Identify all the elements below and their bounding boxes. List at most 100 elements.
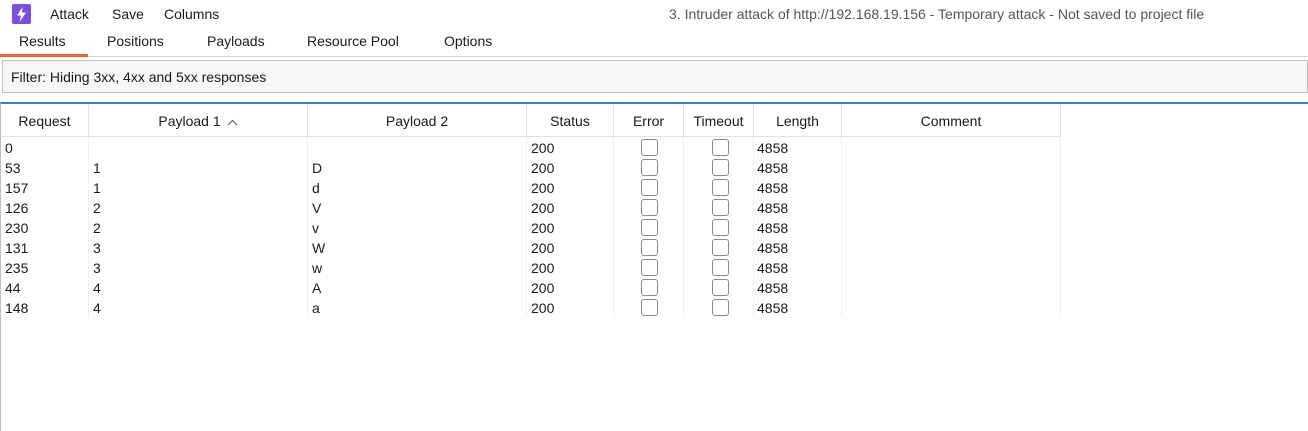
cell-payload-1: 3 [93,240,101,256]
error-checkbox [641,139,658,156]
cell-request: 157 [5,180,29,196]
column-header-payload-1[interactable]: Payload 1 [89,104,308,137]
column-header-error[interactable]: Error [614,104,684,137]
cell-length: 4858 [757,260,789,276]
table-row[interactable]: 0 200 4858 [1,138,1061,158]
cell-length: 4858 [757,240,789,256]
tab-bar: Results Positions Payloads Resource Pool… [0,29,1308,57]
cell-request: 235 [5,260,29,276]
error-checkbox [641,199,658,216]
menu-bar: Attack Save Columns 3. Intruder attack o… [0,0,1308,29]
column-header-label: Comment [920,112,982,129]
cell-payload-2: V [312,200,322,216]
cell-length: 4858 [757,180,789,196]
tab-options[interactable]: Options [444,33,492,49]
column-header-label: Payload 1 [158,112,221,129]
cell-payload-1: 4 [93,280,101,296]
cell-payload-1: 4 [93,300,101,316]
sort-ascending-icon [227,113,238,129]
cell-request: 230 [5,220,29,236]
timeout-checkbox [712,299,729,316]
cell-payload-2: d [312,180,320,196]
column-header-length[interactable]: Length [754,104,842,137]
column-header-payload-2[interactable]: Payload 2 [308,104,527,137]
tab-resource-pool[interactable]: Resource Pool [307,33,399,49]
column-header-status[interactable]: Status [527,104,614,137]
cell-payload-2: w [312,260,323,276]
tab-positions[interactable]: Positions [107,33,164,49]
cell-status: 200 [531,180,555,196]
error-checkbox [641,259,658,276]
table-row[interactable]: 53 1 D 200 4858 [1,158,1061,178]
timeout-checkbox [712,199,729,216]
column-header-label: Payload 2 [385,112,449,129]
filter-text: Filter: Hiding 3xx, 4xx and 5xx response… [11,69,267,85]
cell-status: 200 [531,300,555,316]
column-header-label: Error [632,112,665,129]
column-header-label: Request [18,112,71,129]
cell-status: 200 [531,220,555,236]
column-header-comment[interactable]: Comment [842,104,1061,137]
cell-status: 200 [531,140,555,156]
error-checkbox [641,299,658,316]
column-header-request[interactable]: Request [1,104,89,137]
cell-payload-1: 3 [93,260,101,276]
table-row[interactable]: 148 4 a 200 4858 [1,298,1061,318]
lightning-icon [12,4,31,24]
cell-status: 200 [531,260,555,276]
table-header: Request Payload 1 Payload 2 Status Error… [1,104,1061,137]
cell-status: 200 [531,280,555,296]
cell-length: 4858 [757,200,789,216]
timeout-checkbox [712,219,729,236]
active-tab-indicator [0,54,88,57]
cell-payload-2: a [312,300,320,316]
tab-payloads[interactable]: Payloads [207,33,265,49]
cell-request: 131 [5,240,29,256]
cell-length: 4858 [757,140,789,156]
error-checkbox [641,219,658,236]
cell-payload-2: D [312,160,323,176]
tab-results[interactable]: Results [19,33,66,49]
cell-request: 126 [5,200,29,216]
window-title: 3. Intruder attack of http://192.168.19.… [669,6,1205,22]
table-row[interactable]: 126 2 V 200 4858 [1,198,1061,218]
timeout-checkbox [712,239,729,256]
table-row[interactable]: 230 2 v 200 4858 [1,218,1061,238]
cell-payload-1: 1 [93,180,101,196]
column-header-timeout[interactable]: Timeout [684,104,754,137]
cell-payload-2: A [312,280,322,296]
cell-length: 4858 [757,300,789,316]
cell-request: 44 [5,280,21,296]
timeout-checkbox [712,259,729,276]
cell-request: 0 [5,140,13,156]
column-header-label: Timeout [693,112,744,129]
results-table[interactable]: Request Payload 1 Payload 2 Status Error… [0,102,1308,431]
menu-columns[interactable]: Columns [164,6,219,22]
error-checkbox [641,179,658,196]
cell-payload-2: v [312,220,319,236]
cell-length: 4858 [757,220,789,236]
cell-payload-2: W [312,240,326,256]
table-body: 0 200 4858 53 1 D 200 4858 157 1 d 200 4858 126 2 V 200 4… [1,138,1061,318]
timeout-checkbox [712,159,729,176]
table-row[interactable]: 131 3 W 200 4858 [1,238,1061,258]
menu-attack[interactable]: Attack [50,6,89,22]
table-row[interactable]: 157 1 d 200 4858 [1,178,1061,198]
cell-payload-1: 2 [93,220,101,236]
error-checkbox [641,159,658,176]
timeout-checkbox [712,139,729,156]
filter-bar[interactable]: Filter: Hiding 3xx, 4xx and 5xx response… [2,60,1308,93]
cell-status: 200 [531,240,555,256]
timeout-checkbox [712,179,729,196]
error-checkbox [641,279,658,296]
table-row[interactable]: 235 3 w 200 4858 [1,258,1061,278]
cell-request: 148 [5,300,29,316]
table-row[interactable]: 44 4 A 200 4858 [1,278,1061,298]
cell-payload-1: 2 [93,200,101,216]
timeout-checkbox [712,279,729,296]
cell-length: 4858 [757,160,789,176]
cell-request: 53 [5,160,21,176]
menu-save[interactable]: Save [112,6,144,22]
cell-length: 4858 [757,280,789,296]
cell-status: 200 [531,160,555,176]
